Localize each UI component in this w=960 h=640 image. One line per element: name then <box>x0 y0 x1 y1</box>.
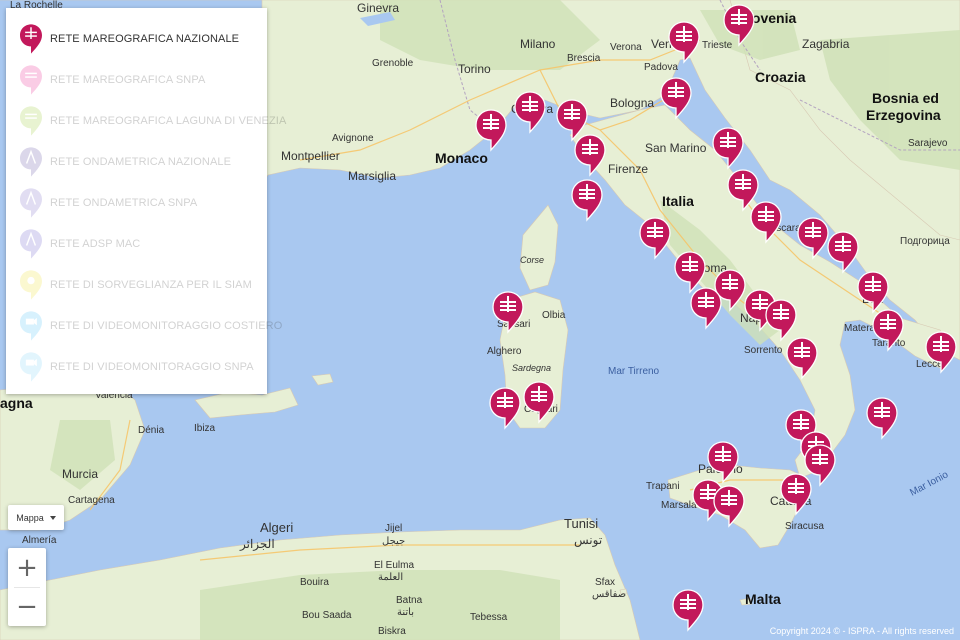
label-tunisi: Tunisi <box>564 516 598 531</box>
label-mar-tirreno: Mar Tirreno <box>608 366 660 377</box>
label-padova: Padova <box>644 62 678 73</box>
legend-label: RETE MAREOGRAFICA NAZIONALE <box>50 33 240 45</box>
legend-item-rete-mareografica-snpa[interactable]: RETE MAREOGRAFICA SNPA <box>20 65 205 95</box>
label-algeri-ar: الجزائر <box>239 537 275 551</box>
label-siracusa: Siracusa <box>785 521 824 532</box>
legend-item-rete-ondametrica-snpa[interactable]: RETE ONDAMETRICA SNPA <box>20 188 197 218</box>
legend-label: RETE ADSP MAC <box>50 238 141 250</box>
label-croatia: Croazia <box>755 69 806 85</box>
label-bosnia-2: Erzegovina <box>866 107 941 123</box>
label-malta: Malta <box>745 591 781 607</box>
legend-label: RETE MAREOGRAFICA LAGUNA DI VENEZIA <box>50 115 287 127</box>
label-sorrento: Sorrento <box>744 345 783 356</box>
label-sfax: Sfax <box>595 577 615 588</box>
label-san-marino: San Marino <box>645 141 707 155</box>
label-bologna: Bologna <box>610 96 654 110</box>
label-milano: Milano <box>520 37 556 51</box>
legend-item-rete-di-sorveglianza-per-il-siam[interactable]: RETE DI SORVEGLIANZA PER IL SIAM <box>20 270 252 300</box>
label-olbia: Olbia <box>542 310 566 321</box>
label-bou-saada: Bou Saada <box>302 610 352 621</box>
map-type-dropdown[interactable]: Mappa <box>8 505 64 530</box>
label-avignone: Avignone <box>332 133 374 144</box>
camera-icon <box>20 311 42 341</box>
label-el-eulma-ar: العلمة <box>378 572 403 583</box>
label-batna: Batna <box>396 595 423 606</box>
label-slovenia: lovenia <box>748 10 796 26</box>
label-biskra: Biskra <box>378 626 406 637</box>
tide-gauge-icon <box>20 106 42 136</box>
wave-buoy-icon <box>20 229 42 259</box>
label-podgorica: Подгорица <box>900 236 950 247</box>
legend-item-rete-mareografica-laguna-di-venezia[interactable]: RETE MAREOGRAFICA LAGUNA DI VENEZIA <box>20 106 286 136</box>
legend-item-rete-di-videomonitoraggio-costiero[interactable]: RETE DI VIDEOMONITORAGGIO COSTIERO <box>20 311 282 341</box>
label-trieste: Trieste <box>702 40 733 51</box>
legend-item-rete-ondametrica-nazionale[interactable]: RETE ONDAMETRICA NAZIONALE <box>20 147 231 177</box>
label-alghero: Alghero <box>487 346 522 357</box>
zoom-out-button[interactable]: − <box>8 587 46 626</box>
zoom-in-button[interactable]: + <box>8 548 46 587</box>
label-tunisi-ar: تونس <box>574 533 602 547</box>
label-firenze: Firenze <box>608 162 648 176</box>
label-brescia: Brescia <box>567 53 601 64</box>
label-murcia: Murcia <box>62 467 98 481</box>
label-marsiglia: Marsiglia <box>348 169 396 183</box>
label-marsala: Marsala <box>661 500 697 511</box>
label-montpellier: Montpellier <box>281 149 340 163</box>
label-matera: Matera <box>844 323 876 334</box>
zoom-divider <box>14 587 40 588</box>
legend-item-rete-mareografica-nazionale[interactable]: RETE MAREOGRAFICA NAZIONALE <box>20 24 239 54</box>
label-torino: Torino <box>458 62 491 76</box>
legend-label: RETE DI VIDEOMONITORAGGIO COSTIERO <box>50 320 283 332</box>
map-type-label: Mappa <box>16 512 44 523</box>
chevron-down-icon <box>49 515 56 520</box>
label-monaco: Monaco <box>435 150 488 166</box>
legend-label: RETE MAREOGRAFICA SNPA <box>50 74 206 86</box>
legend-label: RETE DI VIDEOMONITORAGGIO SNPA <box>50 361 254 373</box>
legend-item-rete-adsp-mac[interactable]: RETE ADSP MAC <box>20 229 140 259</box>
label-spain-fragment: agna <box>0 395 33 411</box>
label-verona: Verona <box>610 42 642 53</box>
copyright-text: Copyright 2024 © - ISPRA - All rights re… <box>769 626 954 636</box>
label-almeria: Almería <box>22 535 57 546</box>
camera-icon <box>20 352 42 382</box>
tide-gauge-icon <box>20 24 42 54</box>
label-bosnia-1: Bosnia ed <box>872 90 939 106</box>
label-sfax-ar: صفاقس <box>592 589 626 600</box>
label-cartagena: Cartagena <box>68 495 115 506</box>
label-grenoble: Grenoble <box>372 58 414 69</box>
wave-buoy-icon <box>20 188 42 218</box>
label-ibiza: Ibiza <box>194 423 216 434</box>
wave-buoy-icon <box>20 147 42 177</box>
label-denia: Dénia <box>138 425 165 436</box>
label-el-eulma: El Eulma <box>374 560 414 571</box>
label-jijel: Jijel <box>385 523 402 534</box>
label-zagabria: Zagabria <box>802 37 850 51</box>
legend-item-rete-di-videomonitoraggio-snpa[interactable]: RETE DI VIDEOMONITORAGGIO SNPA <box>20 352 254 382</box>
label-sarajevo: Sarajevo <box>908 138 948 149</box>
label-bouira: Bouira <box>300 577 329 588</box>
label-jijel-ar: جيجل <box>382 536 405 547</box>
surveillance-icon <box>20 270 42 300</box>
legend-label: RETE DI SORVEGLIANZA PER IL SIAM <box>50 279 252 291</box>
label-algeri: Algeri <box>260 520 293 535</box>
label-trapani: Trapani <box>646 481 680 492</box>
label-italy: Italia <box>662 193 694 209</box>
label-sardegna: Sardegna <box>512 363 551 373</box>
label-ginevra: Ginevra <box>357 1 399 15</box>
label-batna-ar: باتنة <box>397 607 414 618</box>
legend-label: RETE ONDAMETRICA SNPA <box>50 197 198 209</box>
legend-panel: RETE MAREOGRAFICA NAZIONALE RETE MAREOGR… <box>6 8 286 394</box>
label-corse: Corse <box>520 255 544 265</box>
legend-label: RETE ONDAMETRICA NAZIONALE <box>50 156 232 168</box>
zoom-control: + − <box>8 548 46 626</box>
label-tebessa: Tebessa <box>470 612 508 623</box>
tide-gauge-icon <box>20 65 42 95</box>
